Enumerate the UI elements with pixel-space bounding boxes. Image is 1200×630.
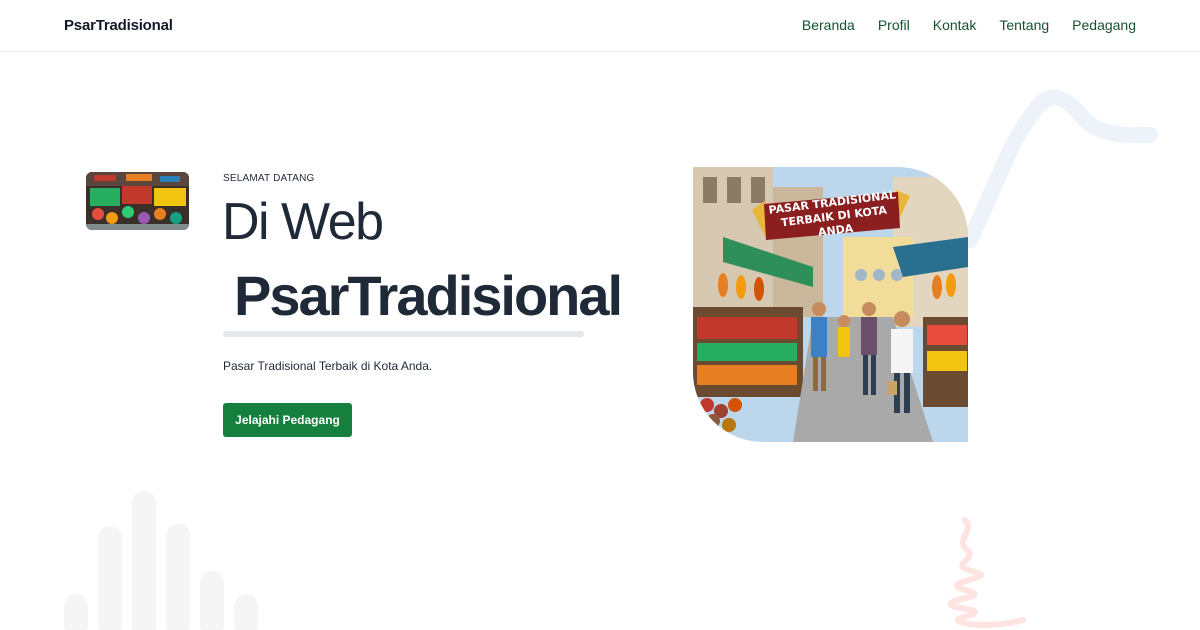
brand-logo[interactable]: PsarTradisional <box>64 17 173 34</box>
title-underline <box>223 331 584 337</box>
decorative-wave-line <box>962 89 1158 248</box>
nav-link-profil[interactable]: Profil <box>878 17 910 33</box>
nav-item: Kontak <box>933 17 977 35</box>
nav-menu: Beranda Profil Kontak Tentang Pedagang <box>802 17 1136 35</box>
nav-link-beranda[interactable]: Beranda <box>802 17 855 33</box>
hero-eyebrow: SELAMAT DATANG <box>223 173 315 184</box>
explore-merchants-button[interactable]: Jelajahi Pedagang <box>223 403 352 437</box>
market-thumbnail-image <box>86 172 189 230</box>
navbar: PsarTradisional Beranda Profil Kontak Te… <box>0 0 1200 52</box>
decorative-bars <box>64 491 258 630</box>
hero-title-line2: PsarTradisional <box>234 264 623 327</box>
nav-link-pedagang[interactable]: Pedagang <box>1072 17 1136 33</box>
nav-item: Profil <box>878 17 910 35</box>
market-stall-icon <box>86 172 189 230</box>
hero-title-line1: Di Web <box>222 193 384 251</box>
nav-item: Beranda <box>802 17 855 35</box>
nav-item: Tentang <box>999 17 1049 35</box>
nav-link-kontak[interactable]: Kontak <box>933 17 977 33</box>
nav-item: Pedagang <box>1072 17 1136 35</box>
hero-subtitle: Pasar Tradisional Terbaik di Kota Anda. <box>223 359 433 373</box>
decorative-scribble <box>947 517 1026 628</box>
nav-link-tentang[interactable]: Tentang <box>999 17 1049 33</box>
